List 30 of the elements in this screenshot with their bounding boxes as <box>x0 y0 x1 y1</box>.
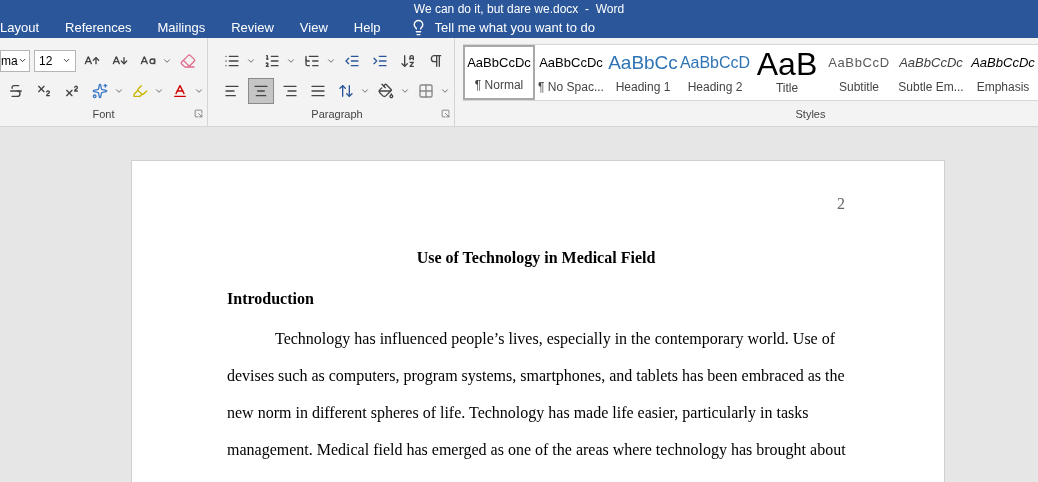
caret-icon[interactable] <box>62 56 71 65</box>
style-item[interactable]: AaBbCcDc Emphasis <box>967 44 1038 100</box>
body-paragraph: Technology has influenced people’s lives, especially in the contemporary world. Use of devises such as computers, program systems, smartphones, and tablets has been embraced as the new norm in different spheres of life. Technology has made life easier, particularly in tasks management. Medical field has emerged as one of the areas where technology has brought about <box>227 329 847 461</box>
dialog-launcher-icon[interactable] <box>441 109 450 118</box>
dialog-launcher-icon[interactable] <box>194 109 203 118</box>
ribbon-tab[interactable]: Mailings <box>144 18 219 38</box>
style-item[interactable]: AaBbCcD Heading 2 <box>679 44 751 100</box>
document-title: Use of Technology in Medical Field <box>416 248 656 269</box>
style-item[interactable]: AaBbCcDc ¶ No Spac... <box>535 44 607 100</box>
ribbon-tab[interactable]: References <box>52 18 145 38</box>
style-item[interactable]: AaBbCcD Subtitle <box>823 44 895 100</box>
group-label: Paragraph <box>311 106 363 122</box>
ribbon-tab[interactable]: Layout <box>0 18 53 38</box>
align-center-icon[interactable] <box>248 77 274 104</box>
tell-me-field[interactable]: Tell me what you want to do <box>434 18 635 38</box>
group-label: Font <box>92 106 115 122</box>
group-label: Styles <box>795 106 826 122</box>
style-item[interactable]: AaBbCc Heading 1 <box>607 44 679 100</box>
page-number: 2 <box>837 194 845 214</box>
section-heading: Introduction <box>227 290 314 307</box>
style-item[interactable]: AaBbCcDc Subtle Em... <box>895 44 967 100</box>
font-name-field[interactable]: ma <box>0 49 30 72</box>
style-item[interactable]: AaB Title <box>751 44 823 100</box>
ribbon-tab[interactable]: Help <box>340 18 394 38</box>
ribbon-tab[interactable]: View <box>286 18 341 38</box>
style-item[interactable]: AaBbCcDc ¶ Normal <box>463 44 535 100</box>
window-title: We can do it, but dare we.docx - Word <box>413 1 625 18</box>
caret-icon[interactable] <box>18 56 27 65</box>
ribbon-tab[interactable]: Review <box>218 18 287 38</box>
font-size-field[interactable]: 12 <box>34 49 76 72</box>
